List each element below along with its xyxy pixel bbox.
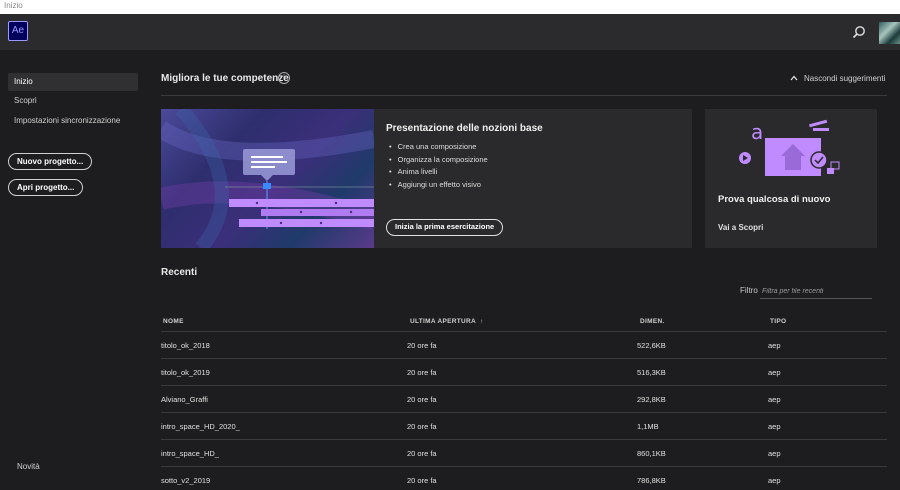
- filter-label: Filtro: [740, 286, 758, 295]
- table-row[interactable]: intro_space_HD_2020_ 20 ore fa 1,1MB aep: [161, 413, 887, 440]
- table-row[interactable]: intro_space_HD_ 20 ore fa 860,1KB aep: [161, 440, 887, 467]
- file-name: titolo_ok_2019: [161, 368, 210, 377]
- tutorial-bullets: Crea una composizione Organizza la compo…: [389, 142, 488, 192]
- file-type: aep: [768, 422, 781, 431]
- file-opened: 20 ore fa: [407, 422, 437, 431]
- main-content: Migliora le tue competenze i Nascondi su…: [148, 50, 900, 490]
- file-size: 516,3KB: [637, 368, 666, 377]
- sidebar-item-inizio[interactable]: Inizio: [8, 73, 138, 91]
- recent-files-table: NOME ULTIMA APERTURA ↑ DIMEN. TIPO titol…: [161, 313, 887, 490]
- discover-illustration-icon: a: [739, 119, 840, 176]
- info-icon[interactable]: i: [278, 72, 290, 84]
- file-name: intro_space_HD_: [161, 449, 219, 458]
- file-type: aep: [768, 341, 781, 350]
- bullet-item: Aggiungi un effetto visivo: [389, 180, 488, 193]
- news-link[interactable]: Novità: [17, 462, 40, 471]
- file-name: titolo_ok_2018: [161, 341, 210, 350]
- chevron-up-icon: [790, 74, 798, 83]
- after-effects-logo[interactable]: Ae: [8, 21, 28, 41]
- column-header-type[interactable]: TIPO: [770, 318, 786, 325]
- go-to-discover-link[interactable]: Vai a Scopri: [718, 223, 763, 232]
- tutorial-title: Presentazione delle nozioni base: [386, 123, 543, 134]
- file-opened: 20 ore fa: [407, 395, 437, 404]
- svg-text:a: a: [751, 120, 763, 144]
- file-name: sotto_v2_2019: [161, 476, 211, 485]
- table-row[interactable]: titolo_ok_2019 20 ore fa 516,3KB aep: [161, 359, 887, 386]
- recent-title: Recenti: [161, 267, 198, 278]
- bullet-item: Anima livelli: [389, 167, 488, 180]
- file-name: intro_space_HD_2020_: [161, 422, 240, 431]
- table-row[interactable]: Alviano_Graffi 20 ore fa 292,8KB aep: [161, 386, 887, 413]
- column-header-label: ULTIMA APERTURA: [410, 318, 476, 325]
- file-size: 292,8KB: [637, 395, 666, 404]
- column-header-last-opened[interactable]: ULTIMA APERTURA ↑: [410, 318, 484, 325]
- discover-card[interactable]: a Prova qualcosa di nuovo Vai a Scopri: [705, 109, 877, 248]
- column-header-name[interactable]: NOME: [163, 318, 184, 325]
- hide-suggestions-button[interactable]: Nascondi suggerimenti: [790, 74, 885, 83]
- tutorial-card[interactable]: Presentazione delle nozioni base Crea un…: [161, 109, 692, 248]
- sidebar-item-scopri[interactable]: Scopri: [8, 92, 138, 110]
- file-opened: 20 ore fa: [407, 449, 437, 458]
- file-type: aep: [768, 368, 781, 377]
- sidebar-item-sync-settings[interactable]: Impostazioni sincronizzazione: [8, 112, 138, 130]
- file-type: aep: [768, 476, 781, 485]
- open-project-button[interactable]: Apri progetto...: [8, 179, 84, 196]
- app-header: Ae: [0, 14, 900, 50]
- file-opened: 20 ore fa: [407, 341, 437, 350]
- file-type: aep: [768, 449, 781, 458]
- filter-input[interactable]: [760, 284, 872, 299]
- table-row[interactable]: titolo_ok_2018 20 ore fa 522,6KB aep: [161, 332, 887, 359]
- file-size: 786,8KB: [637, 476, 666, 485]
- file-name: Alviano_Graffi: [161, 395, 208, 404]
- hide-suggestions-label: Nascondi suggerimenti: [804, 74, 886, 83]
- file-type: aep: [768, 395, 781, 404]
- sidebar: Inizio Scopri Impostazioni sincronizzazi…: [0, 50, 148, 490]
- file-size: 860,1KB: [637, 449, 666, 458]
- window-title: Inizio: [4, 1, 23, 10]
- file-opened: 20 ore fa: [407, 476, 437, 485]
- file-size: 1,1MB: [637, 422, 659, 431]
- start-tutorial-button[interactable]: Inizia la prima esercitazione: [386, 219, 504, 236]
- section-divider: [161, 95, 887, 96]
- avatar[interactable]: [879, 22, 900, 44]
- window-titlebar: Inizio: [0, 0, 900, 14]
- file-size: 522,6KB: [637, 341, 666, 350]
- bullet-item: Crea una composizione: [389, 142, 488, 155]
- tutorial-thumbnail: [161, 109, 374, 248]
- file-opened: 20 ore fa: [407, 368, 437, 377]
- column-header-size[interactable]: DIMEN.: [640, 318, 665, 325]
- sort-arrow-icon: ↑: [479, 318, 484, 325]
- discover-title: Prova qualcosa di nuovo: [718, 194, 831, 205]
- new-project-button[interactable]: Nuovo progetto...: [8, 153, 93, 170]
- search-icon[interactable]: [852, 25, 866, 39]
- table-row[interactable]: sotto_v2_2019 20 ore fa 786,8KB aep: [161, 467, 887, 490]
- skills-title: Migliora le tue competenze: [161, 73, 289, 84]
- bullet-item: Organizza la composizione: [389, 155, 488, 168]
- table-header: NOME ULTIMA APERTURA ↑ DIMEN. TIPO: [161, 313, 887, 332]
